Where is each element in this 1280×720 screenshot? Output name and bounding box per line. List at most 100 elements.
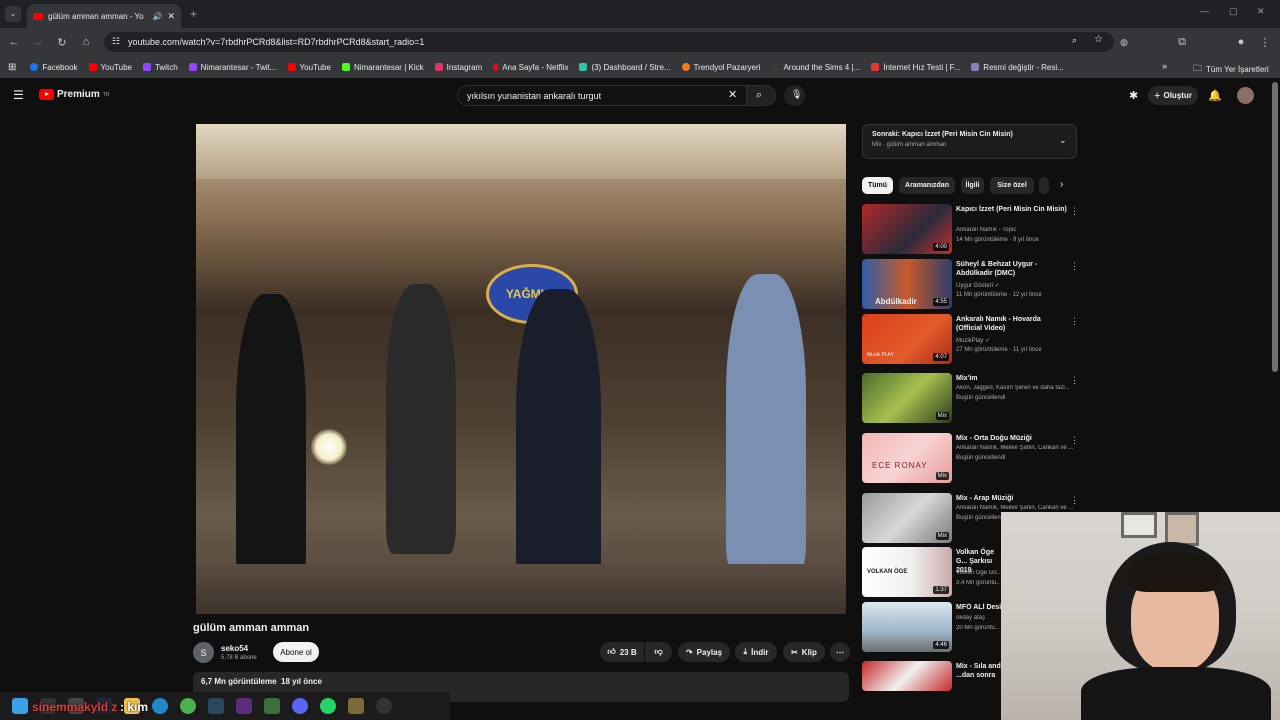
tab-search-button[interactable]: ⌄: [5, 6, 21, 22]
chip-from-search[interactable]: Aramanızdan: [899, 177, 955, 194]
url-bar[interactable]: ☷ youtube.com/watch?v=7rbdhrPCRd8&list=R…: [104, 32, 1114, 52]
search-input[interactable]: yıkılsın yunanistan ankaralı turgut: [457, 85, 747, 106]
page-scrollbar[interactable]: [1272, 82, 1278, 372]
youtube-icon: [287, 63, 296, 71]
subscribe-button[interactable]: Abone ol: [273, 642, 319, 662]
youtube-premium-logo[interactable]: Premium TR: [39, 89, 109, 100]
close-window-icon[interactable]: ✕: [1257, 6, 1265, 17]
bookmark-item[interactable]: Resmi değiştir - Resi...: [971, 63, 1064, 72]
edge-icon[interactable]: [152, 698, 168, 714]
video-thumbnail[interactable]: [862, 661, 952, 691]
recommendation-item[interactable]: Abdülkadir 4:55 Süheyl & Behzat Uygur - A…: [862, 259, 1079, 309]
mix-playlist-panel[interactable]: Sonraki: Kapıcı İzzet (Peri Misin Cin Mi…: [862, 124, 1077, 159]
close-tab-icon[interactable]: ✕: [167, 11, 175, 22]
rec-title: Mix'im: [956, 375, 978, 382]
chevron-right-icon[interactable]: ›: [1060, 179, 1063, 190]
channel-avatar[interactable]: S: [193, 642, 214, 663]
back-icon[interactable]: ←: [7, 35, 21, 49]
steam-icon[interactable]: [208, 698, 224, 714]
apps-icon[interactable]: ⊞: [8, 62, 16, 73]
app-icon[interactable]: [348, 698, 364, 714]
download-button[interactable]: ⤓ İndir: [735, 642, 777, 662]
voice-search-button[interactable]: 🎙: [784, 85, 805, 106]
video-player[interactable]: YAĞMUR: [196, 124, 846, 614]
chip-related[interactable]: İlgili: [961, 177, 984, 194]
create-button[interactable]: + Oluştur: [1148, 86, 1198, 105]
clear-search-icon[interactable]: ✕: [728, 88, 737, 101]
twitch-icon: [142, 63, 151, 71]
clip-button[interactable]: ✂ Klip: [783, 642, 825, 662]
menu-icon[interactable]: ⋮: [1258, 35, 1272, 49]
video-thumbnail[interactable]: Mix: [862, 493, 952, 543]
windows-start-icon[interactable]: [12, 698, 28, 714]
bookmark-item[interactable]: YouTube: [287, 63, 331, 72]
site-info-icon[interactable]: ◍: [1117, 35, 1131, 49]
channel-name[interactable]: seko54: [221, 644, 248, 653]
video-thumbnail[interactable]: Mix: [862, 373, 952, 423]
bookmark-item[interactable]: Around the Sims 4 |...: [771, 63, 860, 72]
extension-icon[interactable]: ✱: [1129, 89, 1138, 102]
more-vert-icon[interactable]: ⋮: [1070, 495, 1079, 506]
extensions-icon[interactable]: ⧉: [1175, 35, 1189, 49]
all-bookmarks-folder[interactable]: 🗀 Tüm Yer İşaretleri: [1193, 61, 1269, 77]
maximize-icon[interactable]: ▢: [1229, 6, 1238, 17]
recommendation-item[interactable]: Mix Mix'im Akon, Jagged, Kasım Şeren ve …: [862, 373, 1079, 423]
like-button[interactable]: 👍︎ 23 B: [600, 642, 644, 662]
bookmark-item[interactable]: YouTube: [88, 63, 132, 72]
chevron-down-icon[interactable]: ⌄: [1059, 135, 1067, 146]
dislike-button[interactable]: 👎︎: [645, 642, 672, 662]
video-thumbnail[interactable]: Abdülkadir 4:55: [862, 259, 952, 309]
reload-icon[interactable]: ↻: [55, 35, 69, 49]
share-button[interactable]: ↷ Paylaş: [678, 642, 730, 662]
video-thumbnail[interactable]: ECE RONAY Mix: [862, 433, 952, 483]
chip-for-you[interactable]: Size özel: [990, 177, 1034, 194]
more-vert-icon[interactable]: ⋮: [1070, 316, 1079, 327]
video-thumbnail[interactable]: 4:46: [862, 602, 952, 652]
recommendation-item[interactable]: Muzik PLAY 4:07 Ankaralı Namık - Hovarda …: [862, 314, 1079, 364]
app-icon[interactable]: [264, 698, 280, 714]
bookmark-star-icon[interactable]: ☆: [1094, 34, 1103, 45]
new-tab-button[interactable]: +: [190, 7, 197, 21]
bookmark-item[interactable]: Instagram: [434, 63, 482, 72]
chip-all[interactable]: Tümü: [862, 177, 893, 194]
video-thumbnail[interactable]: VOLKAN ÖGE 1:37: [862, 547, 952, 597]
bookmark-item[interactable]: Nimarantesar | Kick: [341, 63, 424, 72]
bookmark-item[interactable]: Trendyol Pazaryeri: [681, 63, 760, 72]
whatsapp-icon[interactable]: [320, 698, 336, 714]
recommendation-item[interactable]: 4:00 Kapıcı İzzet (Peri Misin Cin Misin)…: [862, 204, 1079, 254]
account-avatar[interactable]: [1237, 87, 1254, 104]
more-vert-icon[interactable]: ⋮: [1070, 435, 1079, 446]
hamburger-menu-icon[interactable]: ☰: [13, 88, 24, 102]
profile-avatar-icon[interactable]: ●: [1234, 35, 1248, 49]
tune-icon[interactable]: ☷: [112, 36, 120, 47]
home-icon[interactable]: ⌂: [79, 35, 93, 49]
bookmark-item[interactable]: Facebook: [30, 63, 78, 72]
chip-partial[interactable]: [1039, 177, 1049, 194]
obs-icon[interactable]: [376, 698, 392, 714]
speaker-icon[interactable]: 🔊: [152, 12, 162, 21]
more-actions-button[interactable]: ⋯: [830, 642, 850, 662]
bookmark-item[interactable]: (3) Dashboard / Stre...: [579, 63, 671, 72]
bookmark-item[interactable]: İnternet Hız Testi | F...: [871, 63, 960, 72]
minimize-icon[interactable]: —: [1200, 6, 1209, 16]
discord-icon[interactable]: [292, 698, 308, 714]
rec-title: Ankaralı Namık - Hovarda (Official Video…: [956, 316, 1041, 332]
recommendation-item[interactable]: ECE RONAY Mix Mix - Orta Doğu Müziği Anka…: [862, 433, 1079, 483]
bookmark-item[interactable]: Twitch: [142, 63, 178, 72]
video-thumbnail[interactable]: 4:00: [862, 204, 952, 254]
forward-icon[interactable]: →: [31, 35, 45, 49]
video-thumbnail[interactable]: Muzik PLAY 4:07: [862, 314, 952, 364]
more-bookmarks-icon[interactable]: »: [1162, 61, 1167, 71]
bookmark-item[interactable]: Nimarantesar - Twit...: [188, 63, 277, 72]
notifications-icon[interactable]: 🔔: [1208, 89, 1222, 102]
more-horizontal-icon: ⋯: [836, 647, 844, 657]
zoom-icon[interactable]: ⌕: [1072, 35, 1077, 46]
more-vert-icon[interactable]: ⋮: [1070, 261, 1079, 272]
twitch-studio-icon[interactable]: [236, 698, 252, 714]
search-button[interactable]: ⌕: [746, 85, 776, 106]
more-vert-icon[interactable]: ⋮: [1070, 206, 1079, 217]
bookmark-item[interactable]: Ana Sayfa - Netflix: [493, 63, 568, 72]
chrome-icon[interactable]: [180, 698, 196, 714]
more-vert-icon[interactable]: ⋮: [1070, 375, 1079, 386]
browser-tab[interactable]: gülüm amman amman - Yo 🔊 ✕: [27, 4, 181, 28]
